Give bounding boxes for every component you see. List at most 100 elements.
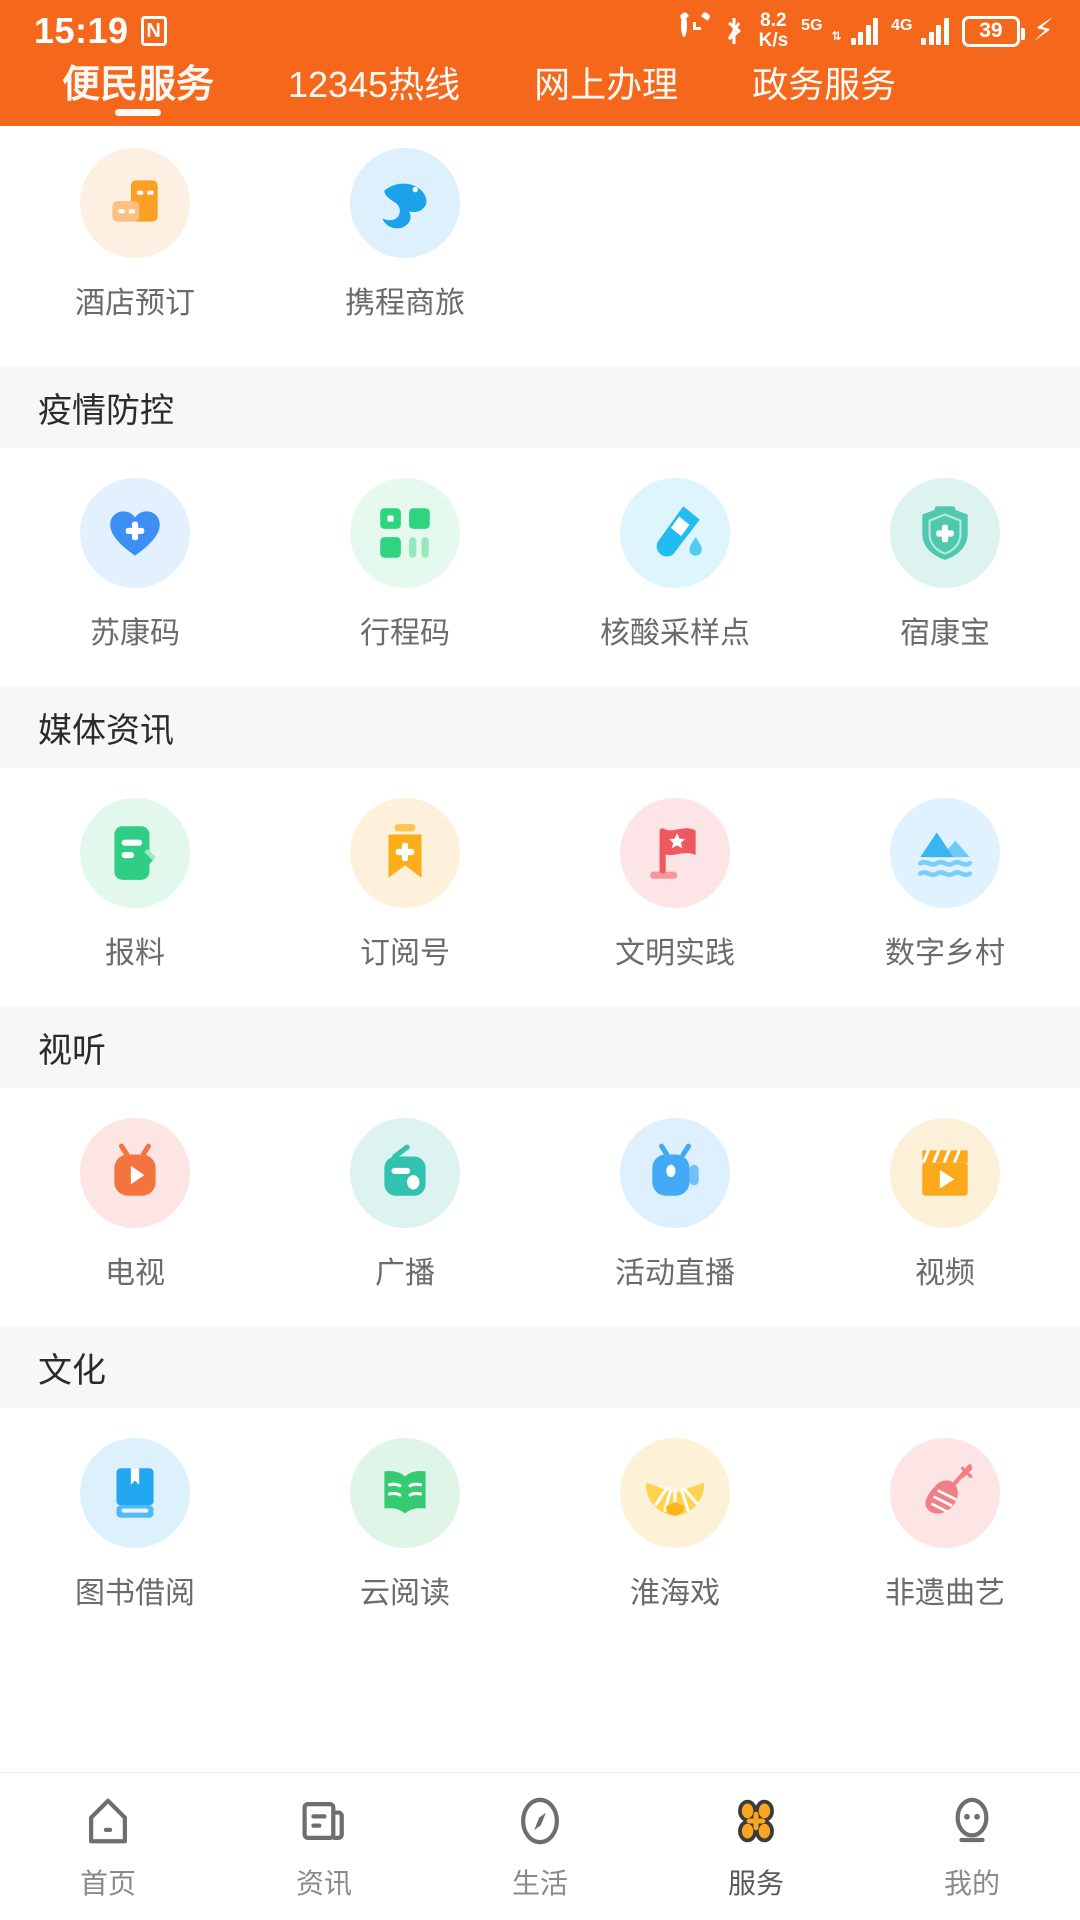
service-item-label: 行程码 xyxy=(360,617,450,650)
service-item-label: 广播 xyxy=(375,1257,435,1290)
service-item[interactable]: 电视 xyxy=(0,1118,270,1292)
service-item-label: 携程商旅 xyxy=(345,287,465,320)
folding-fan-icon xyxy=(620,1438,730,1548)
nav-item-资讯[interactable]: 资讯 xyxy=(216,1792,432,1902)
sim1-label: 5G xyxy=(801,16,823,34)
service-item-label: 图书借阅 xyxy=(75,1577,195,1610)
top-tab-1[interactable]: 12345热线 xyxy=(288,62,460,108)
nfc-icon xyxy=(140,16,167,46)
nav-item-label: 服务 xyxy=(727,1867,784,1899)
service-item-label: 文明实践 xyxy=(615,937,735,970)
battery-icon: 39 xyxy=(961,15,1025,47)
section-title: 疫情防控 xyxy=(38,391,174,430)
service-item-label: 宿康宝 xyxy=(900,617,990,650)
signal-bars-2 xyxy=(921,17,949,45)
shield-cross-icon xyxy=(890,478,1000,588)
top-tab-2[interactable]: 网上办理 xyxy=(534,62,678,108)
service-item[interactable]: 订阅号 xyxy=(270,798,540,972)
section-header: 视听 xyxy=(0,1006,1080,1088)
service-item[interactable]: 云阅读 xyxy=(270,1438,540,1612)
service-grid: 电视 广播 活动直播 视频 xyxy=(0,1088,1080,1326)
service-item[interactable]: 报料 xyxy=(0,798,270,972)
service-item-label: 酒店预订 xyxy=(75,287,195,320)
service-item-label: 淮海戏 xyxy=(630,1577,720,1610)
service-item-label: 视频 xyxy=(915,1257,975,1290)
tv-play-icon xyxy=(80,1118,190,1228)
section-title: 视听 xyxy=(38,1031,106,1070)
service-item[interactable]: 非遗曲艺 xyxy=(810,1438,1080,1612)
signal-sim2: 4G xyxy=(891,16,949,45)
service-item-label: 苏康码 xyxy=(90,617,180,650)
status-time: 15:19 xyxy=(34,10,129,51)
service-item[interactable]: 核酸采样点 xyxy=(540,478,810,652)
mountain-water-icon xyxy=(890,798,1000,908)
signal-sim1: 5G ⇅ xyxy=(801,16,879,45)
video-camera-icon xyxy=(620,1118,730,1228)
book-bookmark-icon xyxy=(80,1438,190,1548)
service-item[interactable]: 活动直播 xyxy=(540,1118,810,1292)
section-header: 文化 xyxy=(0,1326,1080,1408)
hotel-building-icon xyxy=(80,148,190,258)
nav-item-label: 我的 xyxy=(943,1867,1000,1899)
radio-icon xyxy=(350,1118,460,1228)
nav-item-服务[interactable]: 服务 xyxy=(648,1792,864,1902)
service-grid: 苏康码 行程码 核酸采样点 宿康宝 xyxy=(0,448,1080,686)
compass-icon xyxy=(512,1792,568,1850)
status-bar-right: 8.2 K/s 5G ⇅ 4G 39 ⚡ xyxy=(678,11,1054,51)
service-item[interactable]: 行程码 xyxy=(270,478,540,652)
nav-item-label: 资讯 xyxy=(295,1867,352,1899)
dolphin-icon xyxy=(350,148,460,258)
section-header: 疫情防控 xyxy=(0,366,1080,448)
sim2-label: 4G xyxy=(891,16,913,34)
charging-bolt-icon: ⚡ xyxy=(1032,14,1054,47)
service-item-label: 非遗曲艺 xyxy=(885,1577,1005,1610)
notepad-pencil-icon xyxy=(80,798,190,908)
nav-item-首页[interactable]: 首页 xyxy=(0,1792,216,1902)
section-title: 媒体资讯 xyxy=(38,711,174,750)
top-tab-label: 网上办理 xyxy=(534,64,679,105)
nav-item-我的[interactable]: 我的 xyxy=(864,1792,1080,1902)
battery-level: 39 xyxy=(979,19,1003,42)
service-item-label: 活动直播 xyxy=(615,1257,735,1290)
status-bar-left: 15:19 xyxy=(34,13,167,49)
service-item-label: 订阅号 xyxy=(360,937,450,970)
service-item[interactable]: 淮海戏 xyxy=(540,1438,810,1612)
service-grid: 报料 订阅号 文明实践 数字乡村 xyxy=(0,768,1080,1006)
bookmark-plus-icon xyxy=(350,798,460,908)
news-icon xyxy=(296,1792,352,1850)
nav-item-label: 生活 xyxy=(511,1867,568,1899)
section-title: 文化 xyxy=(38,1351,106,1390)
service-item[interactable]: 文明实践 xyxy=(540,798,810,972)
service-item[interactable]: 酒店预订 xyxy=(0,148,270,322)
service-sections: 酒店预订 携程商旅疫情防控苏康码 行程码 核酸采样点 宿康宝媒体资讯报料 订阅号 文明实践 数… xyxy=(0,126,1080,1646)
service-item[interactable]: 广播 xyxy=(270,1118,540,1292)
top-tab-label: 便民服务 xyxy=(62,64,215,106)
service-item-label: 核酸采样点 xyxy=(600,617,750,650)
top-tab-3[interactable]: 政务服务 xyxy=(752,62,896,108)
nav-item-生活[interactable]: 生活 xyxy=(432,1792,648,1902)
top-tab-bar[interactable]: 便民服务 12345热线 网上办理 政务服务 xyxy=(0,62,1080,126)
service-item-label: 云阅读 xyxy=(360,1577,450,1610)
heart-plus-icon xyxy=(80,478,190,588)
pipa-lute-icon xyxy=(890,1438,1000,1548)
service-item[interactable]: 苏康码 xyxy=(0,478,270,652)
service-item[interactable]: 图书借阅 xyxy=(0,1438,270,1612)
top-tab-label: 12345热线 xyxy=(288,64,461,105)
service-item-label: 数字乡村 xyxy=(885,937,1005,970)
section-header: 媒体资讯 xyxy=(0,686,1080,768)
service-item[interactable]: 数字乡村 xyxy=(810,798,1080,972)
service-item[interactable]: 视频 xyxy=(810,1118,1080,1292)
bottom-navigation[interactable]: 首页 资讯 生活 服务 我的 xyxy=(0,1772,1080,1920)
top-tab-0[interactable]: 便民服务 xyxy=(62,62,215,116)
home-icon xyxy=(80,1792,136,1850)
active-tab-indicator xyxy=(115,109,161,116)
clapperboard-icon xyxy=(890,1118,1000,1228)
flag-star-icon xyxy=(620,798,730,908)
test-tube-icon xyxy=(620,478,730,588)
service-item[interactable]: 宿康宝 xyxy=(810,478,1080,652)
bluetooth-icon xyxy=(722,15,746,47)
network-speed-value: 8.2 xyxy=(760,10,787,31)
service-item[interactable]: 携程商旅 xyxy=(270,148,540,322)
grid-flower-icon xyxy=(728,1792,784,1850)
network-speed: 8.2 K/s xyxy=(759,11,789,51)
